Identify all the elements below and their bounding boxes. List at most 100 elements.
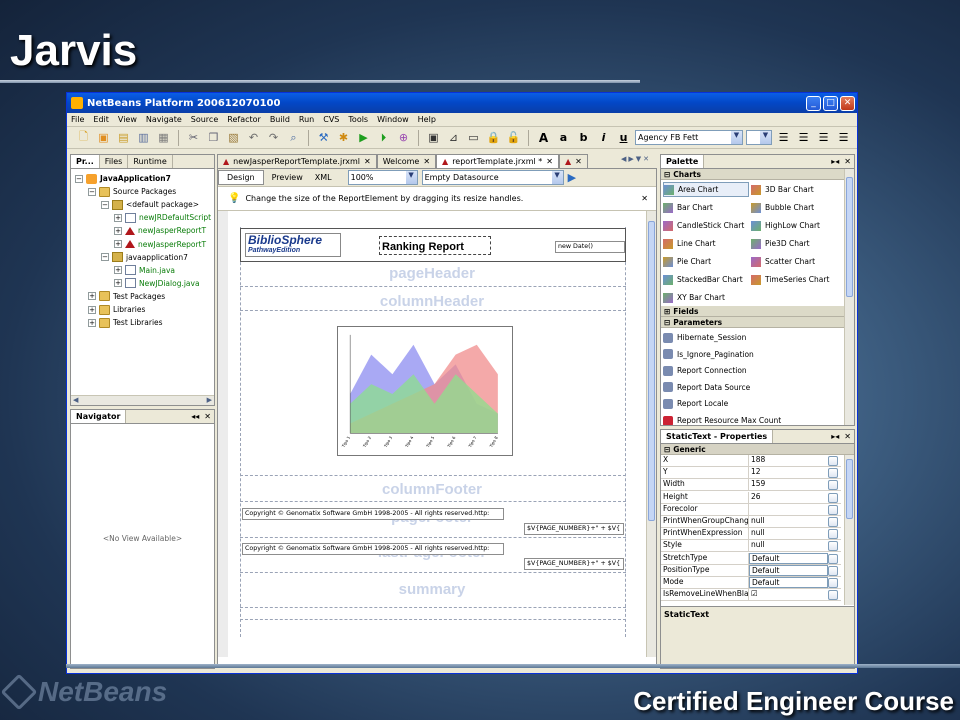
crop-icon[interactable]: ⊿ [445, 129, 462, 146]
property-row[interactable]: PositionType Default [661, 564, 841, 577]
tree-node[interactable]: + Test Libraries [88, 316, 163, 329]
tree-node[interactable]: + Libraries [88, 303, 145, 316]
close-panel-icon[interactable]: ✕ [204, 412, 211, 421]
new-project-icon[interactable]: ▣ [95, 129, 112, 146]
tab-files[interactable]: Files [100, 155, 129, 168]
tree-node[interactable]: + Main.java [114, 264, 175, 277]
property-editor-button[interactable] [828, 578, 838, 588]
tab-runtime[interactable]: Runtime [128, 155, 173, 168]
close-button[interactable]: ✕ [840, 95, 855, 111]
expand-toggle-icon[interactable]: + [114, 226, 122, 235]
clean-build-icon[interactable]: ✱ [335, 129, 352, 146]
print-icon[interactable]: ▦ [155, 129, 172, 146]
build-icon[interactable]: ⚒ [315, 129, 332, 146]
property-row[interactable]: Forecolor [661, 503, 841, 516]
scroll-right-icon[interactable]: ▶ [628, 155, 633, 163]
palette-item-chart[interactable]: Pie3D Chart [751, 236, 837, 251]
property-row[interactable]: X 188 [661, 455, 841, 467]
view-tab-preview[interactable]: Preview [268, 171, 307, 184]
report-element-icon[interactable]: ▣ [425, 129, 442, 146]
underline-button[interactable]: u [615, 129, 632, 146]
menu-window[interactable]: Window [377, 115, 409, 124]
expand-toggle-icon[interactable]: + [88, 318, 96, 327]
menu-view[interactable]: View [118, 115, 137, 124]
tree-node[interactable]: − Source Packages [88, 185, 176, 198]
close-tab-icon[interactable]: ✕ [364, 157, 371, 166]
close-panel-icon[interactable]: ✕ [844, 157, 851, 166]
property-editor-button[interactable] [828, 529, 838, 540]
property-value[interactable]: 159 [749, 479, 828, 490]
textfield-icon[interactable]: ▭ [465, 129, 482, 146]
palette-item-parameter[interactable]: Is_Ignore_Pagination [663, 347, 754, 362]
palette-item-parameter[interactable]: Report Resource Max Count [663, 413, 781, 425]
close-tab-icon[interactable]: ✕ [423, 157, 430, 166]
tree-node[interactable]: + Test Packages [88, 290, 165, 303]
italic-button[interactable]: i [595, 129, 612, 146]
expand-toggle-icon[interactable]: − [75, 174, 83, 183]
new-file-icon[interactable]: 🗋 [75, 129, 92, 146]
report-title[interactable]: Ranking Report [379, 236, 491, 255]
property-value[interactable]: 188 [749, 455, 828, 466]
tree-node[interactable]: + newJRDefaultScript [114, 211, 211, 224]
palette-item-parameter[interactable]: Hibernate_Session [663, 330, 746, 345]
palette-item-parameter[interactable]: Report Connection [663, 363, 747, 378]
font-shrink-button[interactable]: a [555, 129, 572, 146]
editor-scrollbar[interactable] [646, 211, 656, 657]
close-panel-icon[interactable]: ✕ [643, 155, 649, 163]
tree-node[interactable]: + NewJDialog.java [114, 277, 200, 290]
scroll-thumb[interactable] [846, 459, 853, 519]
property-row[interactable]: Style null [661, 540, 841, 553]
copyright-field[interactable]: Copyright © Genomatix Software GmbH 1998… [242, 508, 504, 520]
lock-icon[interactable]: 🔒 [485, 129, 502, 146]
align-right-icon[interactable]: ☰ [815, 129, 832, 146]
view-tab-xml[interactable]: XML [311, 171, 336, 184]
property-row[interactable]: Height 26 [661, 491, 841, 504]
property-editor-button[interactable] [828, 565, 838, 576]
property-value[interactable]: 26 [749, 492, 828, 503]
debug-icon[interactable]: ⏵ [375, 129, 392, 146]
profile-icon[interactable]: ⊕ [395, 129, 412, 146]
property-editor-button[interactable] [828, 468, 838, 479]
palette-item-chart[interactable]: XY Bar Chart [663, 290, 749, 305]
property-editor-button[interactable] [828, 541, 838, 552]
palette-item-chart[interactable]: CandleStick Chart [663, 218, 749, 233]
chevron-down-icon[interactable]: ▼ [731, 131, 742, 144]
expand-toggle-icon[interactable]: + [88, 292, 96, 301]
property-value[interactable]: Default [749, 552, 828, 564]
expand-toggle-icon[interactable]: − [88, 187, 96, 196]
expand-toggle-icon[interactable]: + [114, 213, 122, 222]
property-editor-button[interactable] [828, 480, 838, 491]
tab-welcome[interactable]: Welcome ✕ [376, 154, 437, 168]
minimize-button[interactable]: _ [806, 95, 821, 111]
copy-icon[interactable]: ❐ [205, 129, 222, 146]
scroll-left-icon[interactable]: ◀ [621, 155, 626, 163]
palette-item-chart[interactable]: TimeSeries Chart [751, 272, 837, 287]
tab-new-jasper-template[interactable]: ▲ newJasperReportTemplate.jrxml ✕ [217, 154, 377, 168]
property-value[interactable]: Default [749, 564, 828, 576]
menu-cvs[interactable]: CVS [323, 115, 339, 124]
scroll-thumb[interactable] [846, 177, 853, 297]
palette-item-chart[interactable]: Pie Chart [663, 254, 749, 269]
property-row[interactable]: Width 159 [661, 479, 841, 492]
bibliosphere-logo[interactable]: BiblioSphere PathwayEdition [245, 233, 341, 257]
properties-scrollbar[interactable] [844, 455, 854, 605]
tab-list-icon[interactable]: ▼ [636, 155, 641, 163]
expand-toggle-icon[interactable]: − [101, 253, 109, 262]
find-icon[interactable]: ⌕ [285, 129, 302, 146]
category-charts[interactable]: ⊟ Charts [661, 169, 854, 180]
property-value[interactable]: ☑ [749, 589, 828, 600]
menu-refactor[interactable]: Refactor [227, 115, 261, 124]
menu-file[interactable]: File [71, 115, 84, 124]
property-editor-button[interactable] [828, 504, 838, 515]
property-editor-button[interactable] [828, 456, 838, 466]
close-tab-icon[interactable]: ✕ [575, 157, 582, 166]
property-value[interactable] [749, 504, 828, 515]
property-row[interactable]: StretchType Default [661, 552, 841, 565]
cut-icon[interactable]: ✂ [185, 129, 202, 146]
font-family-select[interactable]: Agency FB Fett ▼ [635, 130, 743, 145]
menu-run[interactable]: Run [299, 115, 314, 124]
tree-node[interactable]: + newJasperReportT [114, 238, 206, 251]
palette-item-parameter[interactable]: Report Locale [663, 396, 728, 411]
category-fields[interactable]: ⊞ Fields [661, 306, 854, 317]
palette-item-chart[interactable]: Line Chart [663, 236, 749, 251]
